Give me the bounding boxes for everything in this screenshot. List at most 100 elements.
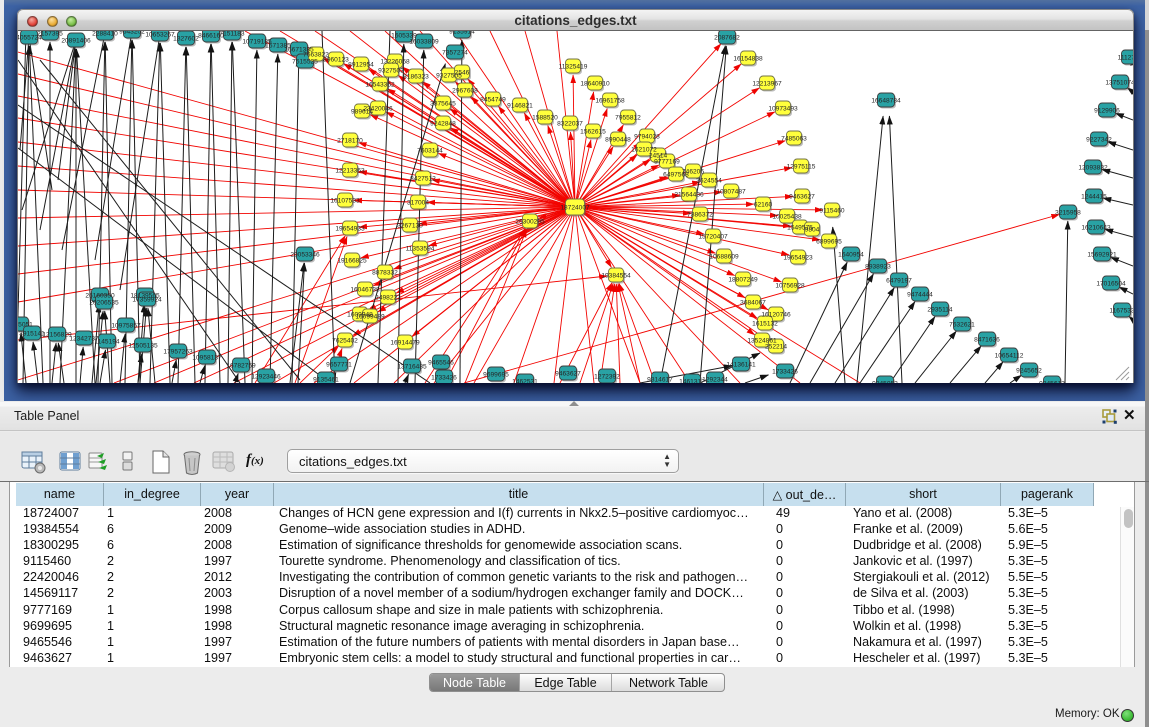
svg-text:9327503: 9327503 — [378, 67, 404, 74]
svg-text:13716485: 13716485 — [397, 363, 427, 370]
svg-text:7955812: 7955812 — [615, 114, 641, 121]
svg-text:1562615: 1562615 — [580, 128, 606, 135]
svg-text:3875645: 3875645 — [430, 100, 456, 107]
svg-text:7151183: 7151183 — [219, 31, 245, 37]
svg-text:2685051: 2685051 — [18, 321, 33, 328]
svg-text:317004: 317004 — [407, 199, 429, 206]
svg-text:252214: 252214 — [765, 343, 787, 350]
svg-text:7632621: 7632621 — [949, 321, 975, 328]
svg-text:8427512: 8427512 — [410, 175, 436, 182]
svg-text:2288410: 2288410 — [92, 31, 118, 37]
svg-text:9129906: 9129906 — [1094, 107, 1120, 114]
svg-text:1327602: 1327602 — [173, 35, 199, 42]
svg-text:17359924: 17359924 — [132, 296, 162, 303]
svg-text:13751074: 13751074 — [1105, 79, 1133, 86]
svg-text:16210643: 16210643 — [1081, 224, 1111, 231]
svg-text:12505135: 12505135 — [128, 342, 158, 349]
svg-text:10653267: 10653267 — [145, 31, 175, 38]
svg-text:18640910: 18640910 — [580, 80, 610, 87]
svg-text:1588520: 1588520 — [532, 114, 558, 121]
svg-text:16107533: 16107533 — [330, 197, 360, 204]
svg-text:16961758: 16961758 — [595, 97, 625, 104]
svg-text:2718170: 2718170 — [337, 137, 363, 144]
svg-text:2967608: 2967608 — [452, 87, 478, 94]
svg-text:20891406: 20891406 — [61, 37, 91, 44]
svg-text:19384554: 19384554 — [601, 272, 631, 279]
svg-text:3498222: 3498222 — [375, 294, 401, 301]
svg-text:3624554: 3624554 — [696, 177, 722, 184]
svg-text:62160: 62160 — [754, 201, 773, 208]
svg-text:7515525: 7515525 — [292, 58, 318, 65]
svg-text:9245652: 9245652 — [1016, 367, 1042, 374]
svg-text:19166825: 19166825 — [337, 257, 367, 264]
svg-text:16648784: 16648784 — [871, 97, 901, 104]
svg-text:7625402: 7625402 — [332, 337, 358, 344]
svg-text:11325419: 11325419 — [559, 63, 588, 70]
svg-text:16914479: 16914479 — [390, 339, 420, 346]
svg-text:7357274: 7357274 — [442, 49, 468, 56]
svg-text:8454749: 8454749 — [480, 96, 506, 103]
svg-text:14136141: 14136141 — [726, 361, 756, 368]
svg-text:21564436: 21564436 — [674, 191, 704, 198]
svg-text:3215958: 3215958 — [1055, 209, 1081, 216]
svg-text:3915141: 3915141 — [19, 330, 45, 337]
svg-text:9245052: 9245052 — [872, 380, 898, 383]
svg-text:1640954: 1640954 — [838, 251, 864, 258]
svg-text:1112735: 1112735 — [1118, 54, 1133, 61]
svg-text:1145194: 1145194 — [94, 338, 120, 345]
svg-text:19654933: 19654933 — [335, 225, 365, 232]
svg-text:2157395: 2157395 — [37, 31, 63, 37]
svg-text:9474444: 9474444 — [907, 291, 933, 298]
svg-text:9463627: 9463627 — [789, 193, 815, 200]
svg-text:17957263: 17957263 — [163, 348, 193, 355]
svg-text:25300295: 25300295 — [515, 218, 545, 225]
svg-text:10756928: 10756928 — [775, 282, 805, 289]
svg-text:12975115: 12975115 — [787, 163, 816, 170]
svg-text:1292344: 1292344 — [702, 376, 728, 383]
svg-text:9227342: 9227342 — [1086, 136, 1112, 143]
svg-text:9242848: 9242848 — [430, 120, 456, 127]
svg-text:1733426: 1733426 — [431, 374, 457, 381]
svg-text:15720407: 15720407 — [698, 233, 728, 240]
svg-text:9135461: 9135461 — [313, 376, 339, 383]
svg-text:8990448: 8990448 — [605, 136, 631, 143]
svg-text:2087682: 2087682 — [714, 34, 740, 41]
svg-text:10973493: 10973493 — [768, 105, 798, 112]
svg-text:19654923: 19654923 — [783, 254, 813, 261]
svg-text:9463627: 9463627 — [555, 370, 581, 377]
svg-text:10025438: 10025438 — [772, 213, 802, 220]
svg-text:10654112: 10654112 — [995, 352, 1024, 359]
svg-text:20053346: 20053346 — [290, 251, 320, 258]
svg-text:2546: 2546 — [455, 69, 470, 76]
svg-text:9314617: 9314617 — [647, 376, 673, 383]
svg-text:9699695: 9699695 — [483, 371, 509, 378]
svg-text:10975857: 10975857 — [111, 322, 141, 329]
svg-text:1615132: 1615132 — [752, 320, 778, 327]
svg-text:10807487: 10807487 — [716, 188, 746, 195]
svg-text:10688609: 10688609 — [709, 253, 739, 260]
svg-text:16046738: 16046738 — [350, 286, 380, 293]
svg-text:16782759: 16782759 — [226, 362, 256, 369]
svg-text:1272392: 1272392 — [594, 373, 620, 380]
svg-text:6899695: 6899695 — [816, 238, 842, 245]
svg-text:8960123: 8960123 — [323, 56, 349, 63]
svg-text:11353594: 11353594 — [406, 245, 435, 252]
svg-text:12923446: 12923446 — [251, 373, 281, 380]
svg-text:9465546: 9465546 — [428, 359, 454, 366]
svg-text:9643202: 9643202 — [119, 31, 145, 35]
svg-text:16543362: 16543362 — [365, 81, 395, 88]
svg-text:3267130: 3267130 — [397, 222, 423, 229]
svg-text:9657771: 9657771 — [326, 361, 352, 368]
svg-text:8322037: 8322037 — [557, 120, 583, 127]
svg-text:18724007: 18724007 — [560, 204, 590, 211]
svg-text:16154838: 16154838 — [733, 55, 763, 62]
svg-text:13226058: 13226058 — [380, 58, 410, 65]
svg-text:8912954: 8912954 — [348, 61, 374, 68]
svg-text:16033809: 16033809 — [409, 38, 439, 45]
svg-text:7485063: 7485063 — [781, 135, 807, 142]
svg-text:17016504: 17016504 — [1096, 280, 1126, 287]
svg-text:1462531: 1462531 — [512, 378, 538, 383]
svg-text:20206535: 20206535 — [89, 299, 119, 306]
svg-text:989614: 989614 — [351, 108, 373, 115]
svg-text:1167533: 1167533 — [1109, 307, 1133, 314]
